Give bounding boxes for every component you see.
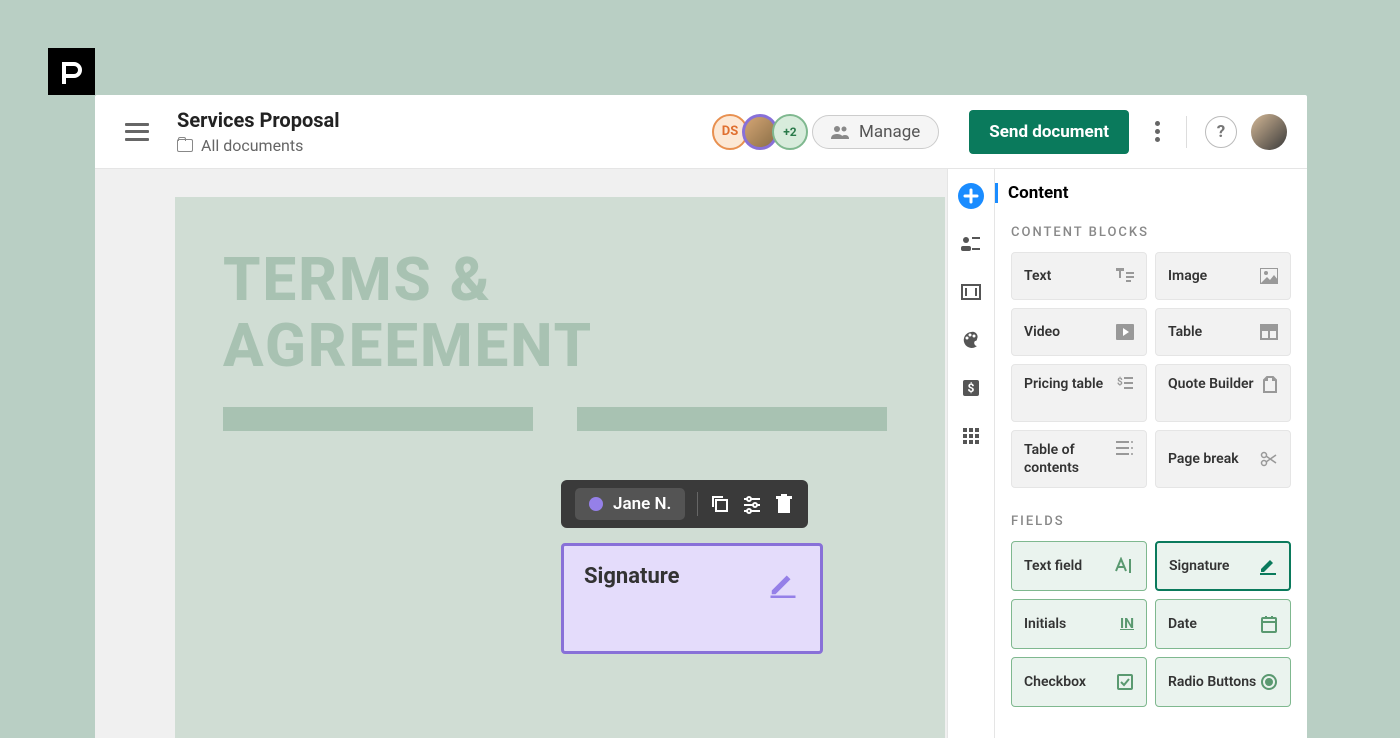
- help-button[interactable]: ?: [1205, 116, 1237, 148]
- manage-button[interactable]: Manage: [812, 115, 939, 149]
- tool-rail: $: [947, 169, 995, 738]
- doc-title-area: Services Proposal All documents: [177, 108, 718, 155]
- quote-icon: [1262, 375, 1278, 393]
- text-icon: [1116, 268, 1134, 284]
- signature-field[interactable]: Signature: [561, 543, 823, 654]
- image-icon: [1260, 268, 1278, 284]
- field-checkbox[interactable]: Checkbox: [1011, 657, 1147, 707]
- rail-pricing-icon[interactable]: $: [958, 375, 984, 401]
- block-toc[interactable]: Table of contents: [1011, 430, 1147, 488]
- assignee-name: Jane N.: [613, 494, 671, 514]
- page-heading-line2: AGREEMENT: [223, 313, 897, 379]
- manage-label: Manage: [859, 122, 920, 142]
- avatar-stack: DS +2: [718, 114, 808, 150]
- signature-field-icon: [1259, 557, 1277, 575]
- fields-grid: Text field Signature Initials IN Date Ch…: [1011, 541, 1291, 707]
- breadcrumb-label: All documents: [201, 136, 303, 155]
- block-text[interactable]: Text: [1011, 252, 1147, 300]
- field-text[interactable]: Text field: [1011, 541, 1147, 591]
- avatar-more[interactable]: +2: [772, 114, 808, 150]
- field-initials[interactable]: Initials IN: [1011, 599, 1147, 649]
- block-quote-builder[interactable]: Quote Builder: [1155, 364, 1291, 422]
- divider: [1186, 116, 1187, 148]
- block-page-break[interactable]: Page break: [1155, 430, 1291, 488]
- block-video[interactable]: Video: [1011, 308, 1147, 356]
- rail-add-icon[interactable]: [958, 183, 984, 209]
- more-menu-icon[interactable]: [1151, 113, 1164, 150]
- block-pricing-table[interactable]: Pricing table $: [1011, 364, 1147, 422]
- initials-icon: IN: [1120, 616, 1134, 632]
- block-image[interactable]: Image: [1155, 252, 1291, 300]
- svg-text:$: $: [968, 381, 975, 395]
- rail-variables-icon[interactable]: [958, 279, 984, 305]
- toolbar-separator: [697, 492, 698, 516]
- menu-icon[interactable]: [125, 123, 149, 141]
- block-table[interactable]: Table: [1155, 308, 1291, 356]
- calendar-icon: [1260, 615, 1278, 633]
- video-icon: [1116, 324, 1134, 340]
- checkbox-icon: [1116, 673, 1134, 691]
- scissors-icon: [1260, 451, 1278, 467]
- pricing-icon: $: [1114, 375, 1134, 391]
- text-field-icon: [1114, 557, 1134, 575]
- blocks-grid: Text Image Video Table Pricing table: [1011, 252, 1291, 488]
- main-area: TERMS & AGREEMENT Jane N.: [95, 169, 1307, 738]
- field-radio[interactable]: Radio Buttons: [1155, 657, 1291, 707]
- panel-title: Content: [995, 183, 1291, 203]
- canvas-area: TERMS & AGREEMENT Jane N.: [95, 169, 947, 738]
- app-logo: [48, 48, 95, 95]
- content-panel: Content CONTENT BLOCKS Text Image Video …: [995, 169, 1307, 738]
- page-heading-line1: TERMS &: [223, 247, 897, 313]
- breadcrumb[interactable]: All documents: [177, 136, 718, 155]
- signature-icon: [768, 568, 798, 602]
- content-blocks-label: CONTENT BLOCKS: [1011, 225, 1291, 240]
- people-icon: [831, 125, 851, 139]
- settings-icon[interactable]: [742, 494, 762, 514]
- topbar: Services Proposal All documents DS +2 Ma…: [95, 95, 1307, 169]
- toc-icon: [1116, 441, 1134, 455]
- folder-icon: [177, 139, 193, 152]
- rail-recipients-icon[interactable]: [958, 231, 984, 257]
- radio-icon: [1260, 673, 1278, 691]
- signature-field-label: Signature: [584, 564, 680, 589]
- send-button[interactable]: Send document: [969, 110, 1129, 154]
- placeholder-bars: [223, 407, 897, 431]
- field-date[interactable]: Date: [1155, 599, 1291, 649]
- assignee-color-dot: [589, 497, 603, 511]
- copy-icon[interactable]: [710, 494, 730, 514]
- table-icon: [1260, 324, 1278, 340]
- rail-apps-icon[interactable]: [958, 423, 984, 449]
- document-page[interactable]: TERMS & AGREEMENT Jane N.: [175, 197, 945, 738]
- current-user-avatar[interactable]: [1251, 114, 1287, 150]
- rail-design-icon[interactable]: [958, 327, 984, 353]
- field-signature[interactable]: Signature: [1155, 541, 1291, 591]
- assignee-chip[interactable]: Jane N.: [575, 488, 685, 520]
- document-title[interactable]: Services Proposal: [177, 108, 718, 132]
- fields-label: FIELDS: [1011, 514, 1291, 529]
- delete-icon[interactable]: [774, 494, 794, 514]
- app-window: Services Proposal All documents DS +2 Ma…: [95, 95, 1307, 738]
- field-toolbar: Jane N.: [561, 480, 808, 528]
- svg-text:$: $: [1117, 375, 1123, 388]
